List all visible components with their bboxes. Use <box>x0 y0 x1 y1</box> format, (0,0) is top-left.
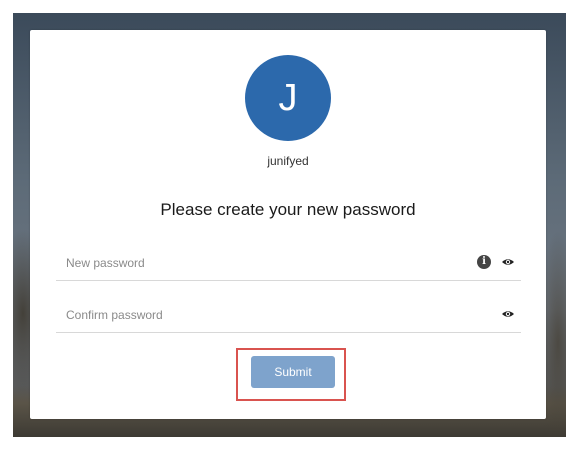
avatar-initial: J <box>278 76 298 119</box>
confirm-password-input[interactable] <box>64 302 448 328</box>
eye-icon[interactable] <box>501 307 515 321</box>
eye-icon[interactable] <box>501 255 515 269</box>
new-password-field: i <box>56 244 521 281</box>
password-card: J junifyed Please create your new passwo… <box>30 30 546 419</box>
avatar: J <box>245 55 331 141</box>
username: junifyed <box>267 154 309 168</box>
screenshot-frame: J junifyed Please create your new passwo… <box>13 13 566 437</box>
page-title: Please create your new password <box>160 200 416 219</box>
info-icon[interactable]: i <box>477 255 491 269</box>
new-password-input[interactable] <box>64 250 448 276</box>
confirm-password-field <box>56 296 521 333</box>
submit-button[interactable]: Submit <box>251 356 335 388</box>
